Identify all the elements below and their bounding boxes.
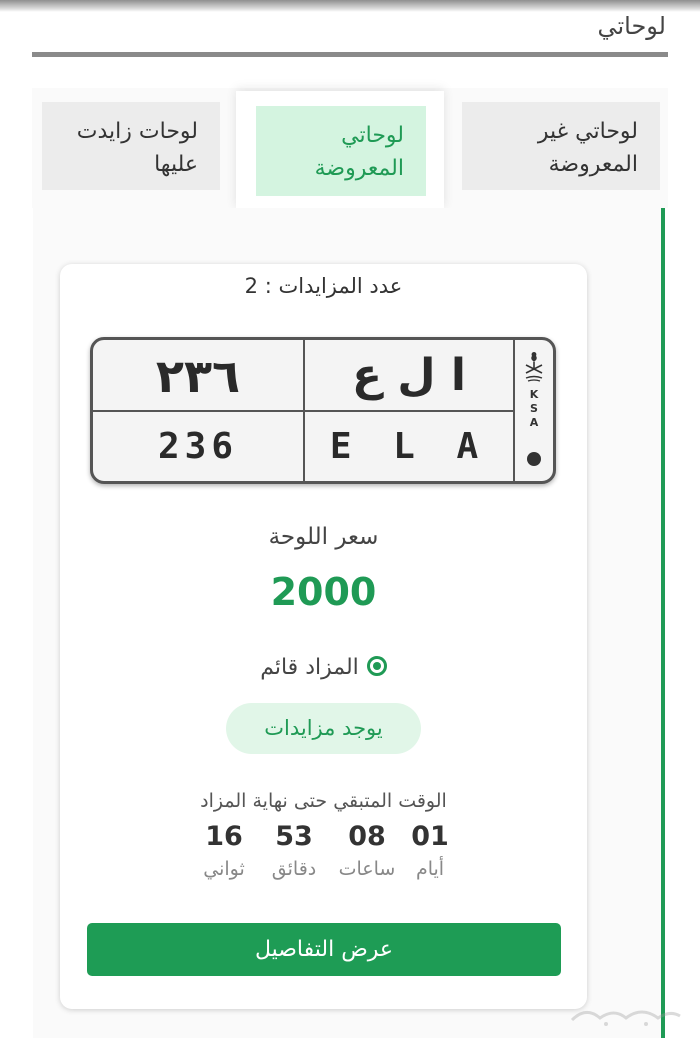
countdown-value: 08 [348, 821, 386, 852]
plate-country-letter: A [529, 416, 539, 429]
watermark-logo-icon [570, 1010, 681, 1026]
radio-active-icon [366, 656, 387, 676]
plate-divider [93, 410, 513, 412]
plate-english-number: 236 [157, 426, 239, 467]
tab-unlisted-plates[interactable]: لوحاتي غير المعروضة [462, 102, 660, 190]
bids-count: عدد المزايدات : 2 [244, 274, 403, 298]
plate-bolt-icon [527, 452, 541, 466]
countdown-value: 16 [205, 821, 243, 852]
tab-bid-plates[interactable]: لوحات زايدت عليها [42, 102, 220, 190]
plate-country-code: K S A [515, 388, 553, 430]
view-details-button[interactable]: عرض التفاصيل [87, 923, 561, 976]
time-remaining-label: الوقت المتبقي حتى نهاية المزاد [200, 790, 447, 812]
license-plate: ٢٣٦ ا ل ع 236 E L A K S A [90, 337, 556, 484]
countdown-value: 53 [275, 821, 313, 852]
price-value: 2000 [270, 570, 377, 614]
tab-listed-plates[interactable]: لوحاتي المعروضة [256, 106, 426, 196]
countdown-unit: أيام [415, 858, 445, 880]
plate-english-letters: E L A [329, 426, 489, 467]
auction-status-text: المزاد قائم [260, 655, 359, 680]
plate-country-strip: K S A [515, 340, 553, 481]
title-divider [32, 52, 668, 57]
countdown-unit: ساعات [338, 858, 396, 880]
bids-badge: يوجد مزايدات [226, 703, 421, 754]
saudi-emblem-icon [525, 352, 543, 382]
countdown-unit: دقائق [271, 858, 317, 880]
plate-country-letter: K [529, 388, 539, 401]
plate-arabic-number: ٢٣٦ [155, 349, 241, 403]
countdown-seconds: 16 ثواني [189, 820, 259, 884]
page-title: لوحاتي [597, 12, 666, 40]
price-label: سعر اللوحة [268, 524, 379, 550]
plate-country-letter: S [530, 402, 538, 415]
top-shadow [0, 0, 700, 12]
countdown-unit: ثواني [203, 858, 245, 880]
auction-status: المزاد قائم [60, 655, 587, 680]
countdown-hours: 08 ساعات [332, 820, 402, 884]
countdown-value: 01 [411, 821, 449, 852]
countdown-days: 01 أيام [395, 820, 465, 884]
countdown-minutes: 53 دقائق [259, 820, 329, 884]
plate-arabic-letters: ا ل ع [352, 350, 466, 401]
